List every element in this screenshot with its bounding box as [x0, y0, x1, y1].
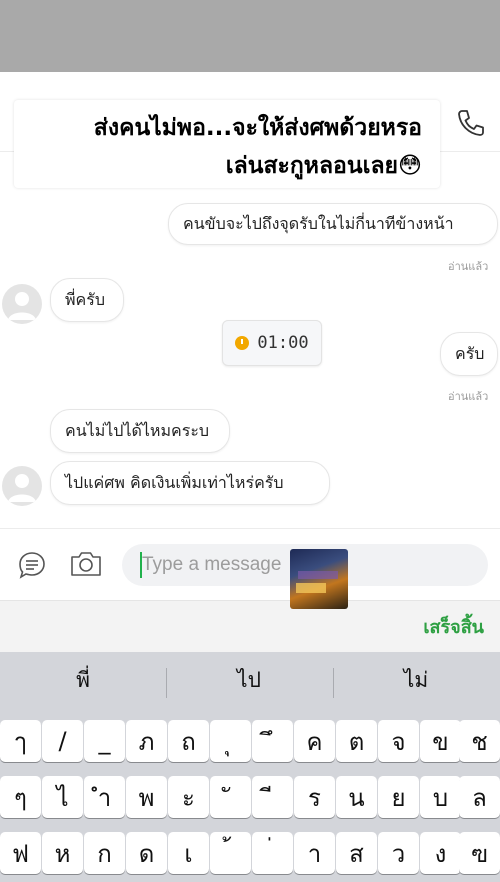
key[interactable]: ต: [336, 720, 377, 762]
message-bubble-incoming: คนไม่ไปได้ไหมคระบ: [50, 409, 230, 453]
image-thumbnail[interactable]: [290, 549, 348, 609]
key[interactable]: ้: [210, 832, 251, 874]
message-text: พี่ครับ: [65, 289, 105, 309]
key[interactable]: ั: [210, 776, 251, 818]
key[interactable]: ถ: [168, 720, 209, 762]
key[interactable]: ช: [459, 720, 500, 762]
message-bubble-outgoing: คนขับจะไปถึงจุดรับในไม่กี่นาทีข้างหน้า: [168, 203, 498, 245]
key[interactable]: ว: [378, 832, 419, 874]
done-button[interactable]: เสร็จสิ้น: [423, 612, 484, 641]
key[interactable]: ่: [252, 832, 293, 874]
avatar-icon[interactable]: [2, 466, 42, 506]
chat-bubble-icon[interactable]: [16, 549, 48, 585]
message-bubble-outgoing: ครับ: [440, 332, 498, 376]
suggestion-item[interactable]: ไม่: [333, 652, 499, 708]
message-text: ไปแค่ศพ คิดเงินเพิ่มเท่าไหร่ครับ: [65, 472, 284, 492]
key[interactable]: ำ: [84, 776, 125, 818]
key[interactable]: ล: [459, 776, 500, 818]
avatar-icon[interactable]: [2, 284, 42, 324]
timer-badge: 01:00: [222, 320, 322, 366]
key[interactable]: ร: [294, 776, 335, 818]
key[interactable]: ฃ: [459, 832, 500, 874]
read-receipt: อ่านแล้ว: [448, 390, 489, 403]
phone-icon[interactable]: [454, 106, 488, 140]
key[interactable]: เ: [168, 832, 209, 874]
key[interactable]: น: [336, 776, 377, 818]
key[interactable]: ง: [420, 832, 461, 874]
message-text: คนขับจะไปถึงจุดรับในไม่กี่นาทีข้างหน้า: [183, 213, 454, 233]
overlay-caption: ส่งคนไม่พอ...จะให้ส่งศพด้วยหรอ เล่นสะกูห…: [14, 100, 440, 188]
message-text: ครับ: [455, 343, 485, 363]
suggestion-divider: [333, 668, 334, 698]
key[interactable]: ข: [420, 720, 461, 762]
key[interactable]: ส: [336, 832, 377, 874]
suggestion-item[interactable]: ไป: [166, 652, 332, 708]
key[interactable]: ๅ: [0, 720, 41, 762]
key[interactable]: บ: [420, 776, 461, 818]
timer-text: 01:00: [257, 333, 309, 353]
suggestion-bar: พี่ ไป ไม่: [0, 652, 500, 708]
key[interactable]: ไ: [42, 776, 83, 818]
message-bubble-incoming: ไปแค่ศพ คิดเงินเพิ่มเท่าไหร่ครับ: [50, 461, 330, 505]
key[interactable]: ุ: [210, 720, 251, 762]
key[interactable]: ก: [84, 832, 125, 874]
key[interactable]: ึ: [252, 720, 293, 762]
key[interactable]: ภ: [126, 720, 167, 762]
suggestion-item[interactable]: พี่: [0, 652, 166, 708]
message-bubble-incoming: พี่ครับ: [50, 278, 124, 322]
key[interactable]: ี: [252, 776, 293, 818]
suggestion-divider: [166, 668, 167, 698]
key[interactable]: ย: [378, 776, 419, 818]
caption-line-2: เล่นสะกูหลอนเลย😳: [225, 153, 422, 179]
top-gray-bar: [0, 0, 500, 72]
key[interactable]: ๆ: [0, 776, 41, 818]
key[interactable]: พ: [126, 776, 167, 818]
clock-icon: [235, 336, 250, 350]
key[interactable]: ฟ: [0, 832, 41, 874]
read-receipt: อ่านแล้ว: [448, 260, 489, 273]
key[interactable]: ห: [42, 832, 83, 874]
message-text: คนไม่ไปได้ไหมคระบ: [65, 420, 210, 440]
key[interactable]: ะ: [168, 776, 209, 818]
key[interactable]: จ: [378, 720, 419, 762]
key[interactable]: _: [84, 720, 125, 762]
key[interactable]: า: [294, 832, 335, 874]
key[interactable]: ด: [126, 832, 167, 874]
camera-icon[interactable]: [68, 548, 104, 584]
caption-line-1: ส่งคนไม่พอ...จะให้ส่งศพด้วยหรอ: [93, 115, 422, 141]
key[interactable]: /: [42, 720, 83, 762]
text-cursor: [140, 552, 142, 578]
key[interactable]: ค: [294, 720, 335, 762]
